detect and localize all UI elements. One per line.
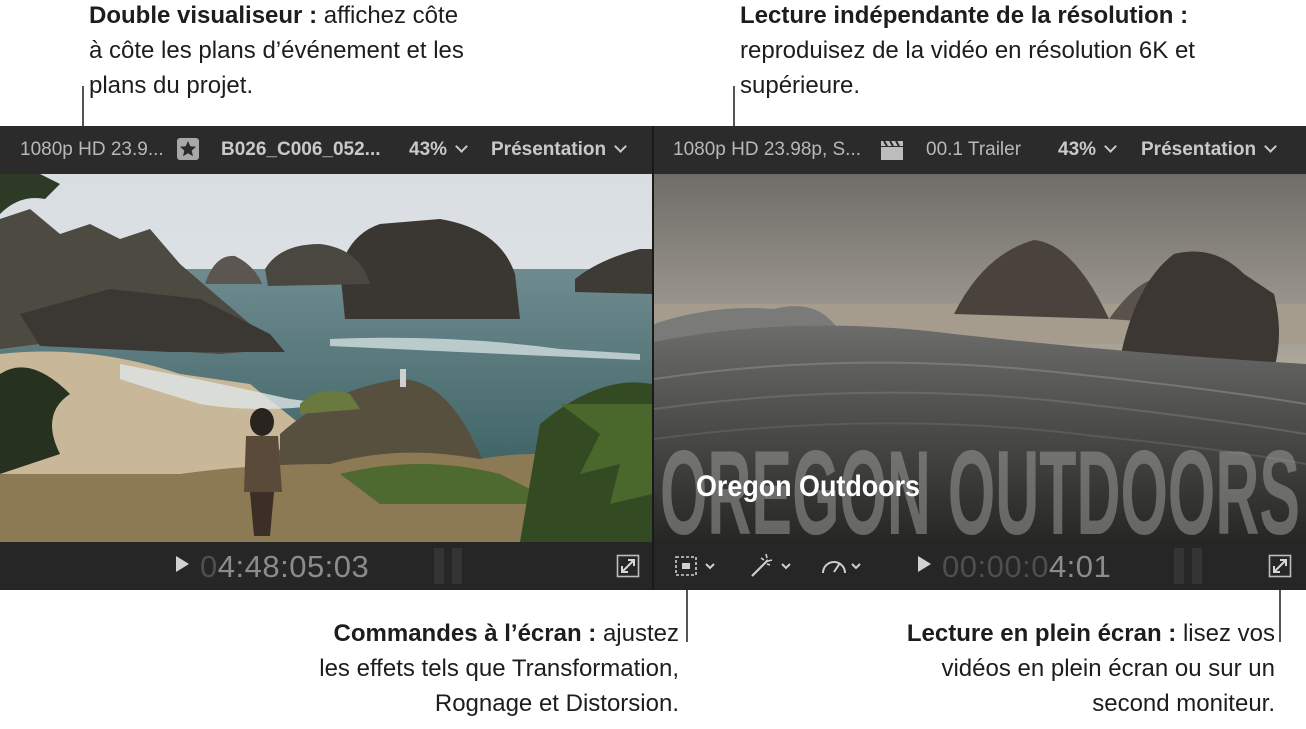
transform-tool-menu[interactable]: [674, 552, 724, 585]
project-viewer-image[interactable]: OREGON OUTDOORS Oregon Outdoors: [654, 174, 1306, 542]
callout-onscreen-line2: les effets tels que Transformation,: [319, 655, 679, 682]
event-viewer-controls: 04:48:05:03: [0, 542, 652, 590]
callout-onscreen-controls: Commandes à l’écran : ajustez les effets…: [319, 616, 679, 721]
callout-dual-viewer-line3: plans du projet.: [89, 72, 254, 99]
callout-onscreen-line3: Rognage et Distorsion.: [434, 690, 679, 717]
callout-fullscreen: Lecture en plein écran : lisez vos vidéo…: [907, 616, 1275, 721]
event-format-label[interactable]: 1080p HD 23.9...: [20, 139, 164, 161]
callout-resolution-line2: reproduisez de la vidéo en résolution 6K…: [740, 37, 1195, 64]
leader-line-resolution: [733, 86, 735, 126]
clapper-icon: [880, 139, 904, 167]
project-view-menu[interactable]: Présentation: [1141, 139, 1277, 161]
star-icon: [177, 138, 199, 166]
callout-resolution: Lecture indépendante de la résolution : …: [740, 0, 1195, 103]
leader-line-onscreen: [686, 590, 688, 642]
callout-dual-viewer-line2: à côte les plans d’événement et les: [89, 37, 464, 64]
callout-fullscreen-title: Lecture en plein écran :: [906, 620, 1177, 647]
callout-dual-viewer-text: affichez côte: [317, 2, 459, 29]
fullscreen-icon[interactable]: [1268, 554, 1292, 578]
project-viewer: 1080p HD 23.98p, S... 00.1 Trailer 43% P…: [654, 126, 1306, 590]
callout-resolution-line3: supérieure.: [740, 72, 861, 99]
title-foreground: Oregon Outdoors: [696, 470, 920, 503]
project-viewer-controls: 00:00:04:01: [654, 542, 1306, 590]
audio-meter-left: [1174, 548, 1184, 584]
callout-fullscreen-line3: second moniteur.: [1092, 690, 1275, 717]
event-clip-name[interactable]: B026_C006_052...: [221, 139, 381, 161]
audio-meter-left: [434, 548, 444, 584]
audio-meter-right: [1192, 548, 1202, 584]
event-timecode[interactable]: 04:48:05:03: [200, 549, 369, 585]
event-zoom-value: 43%: [409, 139, 448, 160]
callout-resolution-title: Lecture indépendante de la résolution :: [740, 2, 1189, 29]
chevron-down-icon: [1104, 140, 1117, 153]
play-icon[interactable]: [918, 556, 931, 572]
project-viewer-toolbar: 1080p HD 23.98p, S... 00.1 Trailer 43% P…: [654, 126, 1306, 174]
event-timecode-dim: 0: [200, 549, 218, 584]
event-viewer-toolbar: 1080p HD 23.9... B026_C006_052... 43% Pr…: [0, 126, 652, 174]
chevron-down-icon: [455, 140, 468, 153]
dual-viewer: 1080p HD 23.9... B026_C006_052... 43% Pr…: [0, 126, 1306, 590]
audio-meter-right: [452, 548, 462, 584]
fullscreen-icon[interactable]: [616, 554, 640, 578]
project-zoom-value: 43%: [1058, 139, 1097, 160]
project-timecode[interactable]: 00:00:04:01: [942, 549, 1111, 585]
event-view-menu[interactable]: Présentation: [491, 139, 627, 161]
chevron-down-icon: [614, 140, 627, 153]
event-viewer-image[interactable]: [0, 174, 652, 542]
project-zoom-menu[interactable]: 43%: [1058, 139, 1117, 161]
event-timecode-lit: 4:48:05:03: [217, 549, 370, 584]
leader-line-dual-viewer: [82, 86, 84, 126]
project-timecode-dim: 00:00:0: [942, 549, 1049, 584]
retiming-tool-menu[interactable]: [820, 552, 870, 585]
callout-dual-viewer: Double visualiseur : affichez côte à côt…: [89, 0, 464, 103]
project-view-label: Présentation: [1141, 139, 1257, 160]
event-zoom-menu[interactable]: 43%: [409, 139, 468, 161]
enhancements-tool-menu[interactable]: [748, 552, 798, 585]
project-format-label[interactable]: 1080p HD 23.98p, S...: [673, 139, 861, 161]
chevron-down-icon: [1264, 140, 1277, 153]
callout-fullscreen-line2: vidéos en plein écran ou sur un: [941, 655, 1275, 682]
leader-line-fullscreen: [1279, 590, 1281, 642]
project-name[interactable]: 00.1 Trailer: [926, 139, 1021, 161]
play-icon[interactable]: [176, 556, 189, 572]
event-view-label: Présentation: [491, 139, 607, 160]
callout-onscreen-title: Commandes à l’écran :: [333, 620, 597, 647]
callout-fullscreen-text: lisez vos: [1176, 620, 1275, 647]
callout-onscreen-text: ajustez: [596, 620, 679, 647]
project-timecode-lit: 4:01: [1048, 549, 1112, 584]
event-viewer: 1080p HD 23.9... B026_C006_052... 43% Pr…: [0, 126, 652, 590]
callout-dual-viewer-title: Double visualiseur :: [89, 2, 318, 29]
